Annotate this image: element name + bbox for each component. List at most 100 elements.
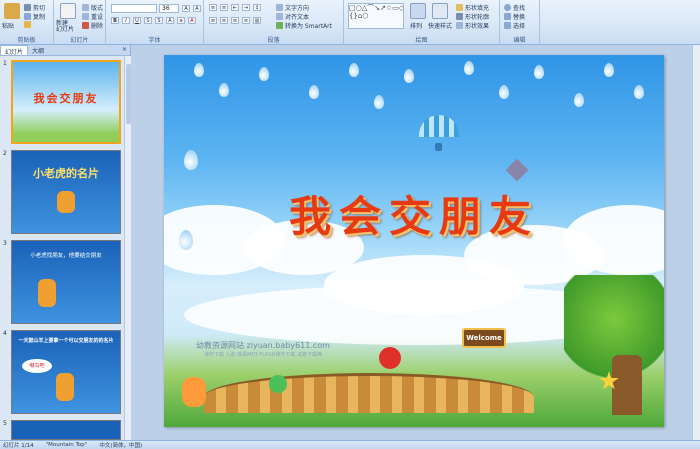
raindrop-icon [574, 93, 584, 107]
align-right-icon[interactable]: ≡ [231, 17, 239, 24]
thumbnail-row[interactable]: 2 小老虎的名片 [0, 150, 124, 236]
replace-icon [504, 13, 511, 20]
paragraph-group: ≡ ≡ ⇤ ⇥ ↕ ≡ ≡ ≡ ≡ ▥ 文字方向 对齐文本 转换为 SmartA… [204, 0, 344, 45]
columns-icon[interactable]: ▥ [253, 17, 261, 24]
find-label: 查找 [513, 5, 526, 12]
replace-button[interactable]: 替换 [504, 12, 525, 21]
raindrop-icon [184, 150, 198, 170]
align-left-icon[interactable]: ≡ [209, 17, 217, 24]
new-slide-icon[interactable] [60, 3, 76, 19]
thumbnail-number: 4 [3, 330, 7, 337]
layout-button[interactable]: 版式 [82, 3, 103, 12]
shrink-font-icon[interactable]: A [193, 5, 201, 12]
theme-name: "Mountain Top" [45, 442, 88, 448]
strikethrough-icon[interactable]: S [144, 17, 152, 24]
bold-icon[interactable]: B [111, 17, 119, 24]
shapes-gallery[interactable]: □○△⌒↘↗☆▭◇⬠⟨⟩{}⌂⬡ [348, 3, 404, 29]
scissors-icon [24, 4, 31, 11]
change-case-icon[interactable]: a [177, 17, 185, 24]
slide-title[interactable]: 我会交朋友 [164, 183, 664, 244]
effects-icon [456, 22, 463, 29]
raindrop-icon [499, 85, 509, 99]
shape-effects-button[interactable]: 形状效果 [456, 21, 489, 30]
tab-slides[interactable]: 幻灯片 [0, 45, 29, 56]
raindrop-icon [374, 95, 384, 109]
drawing-group: □○△⌒↘↗☆▭◇⬠⟨⟩{}⌂⬡ 排列 快速样式 形状填充 形状轮廓 形状效果 … [344, 0, 500, 45]
paste-icon[interactable] [4, 3, 20, 19]
thumbnail-row[interactable]: 3 小老虎找朋友，他要结交朋友 [0, 240, 124, 326]
cut-button[interactable]: 剪切 [24, 3, 45, 12]
thumbnail-slide-4[interactable]: 一天鼓山羊上要拿一个可以交朋友的的名片 嘟鸟吧 [11, 330, 121, 414]
numbering-icon[interactable]: ≡ [220, 4, 228, 11]
tab-outline[interactable]: 大纲 [28, 45, 48, 55]
font-size-combo[interactable]: 36 [159, 4, 179, 13]
language-indicator[interactable]: 中文(简体，中国) [99, 441, 142, 449]
font-name-combo[interactable] [111, 4, 157, 13]
decrease-indent-icon[interactable]: ⇤ [231, 4, 239, 11]
paste-button[interactable]: 粘贴 [2, 21, 14, 30]
text-direction-icon [276, 4, 283, 11]
current-slide[interactable]: 我会交朋友 Welcome 幼教资源网站 ziyuan.baby611.com … [164, 55, 664, 427]
find-button[interactable]: 查找 [504, 3, 525, 12]
italic-icon[interactable]: I [122, 17, 130, 24]
bullets-icon[interactable]: ≡ [209, 4, 217, 11]
grow-font-icon[interactable]: A [182, 5, 190, 12]
layout-label: 版式 [91, 5, 104, 12]
thumbnail-number: 5 [3, 420, 7, 427]
slides-group: 新建 幻灯片 版式 重设 删除 幻灯片 [54, 0, 106, 45]
align-center-icon[interactable]: ≡ [220, 17, 228, 24]
close-panel-icon[interactable]: × [119, 45, 130, 55]
font-color-icon[interactable]: A [188, 17, 196, 24]
smartart-button[interactable]: 转换为 SmartArt [276, 21, 332, 30]
raindrop-icon [634, 85, 644, 99]
quick-styles-icon[interactable] [432, 3, 448, 19]
text-direction-button[interactable]: 文字方向 [276, 3, 309, 12]
thumbnail-slide-1[interactable]: 我会交朋友 [11, 60, 121, 144]
shape-outline-label: 形状轮廓 [465, 14, 490, 21]
thumbnail-row[interactable]: 1 我会交朋友 [0, 60, 124, 146]
watermark-text: 幼教资源网站 ziyuan.baby611.com [196, 341, 330, 350]
char-spacing-icon[interactable]: A [166, 17, 174, 24]
editor-scrollbar[interactable] [692, 45, 700, 440]
tiger-illustration [56, 373, 74, 401]
thumbnail-number: 1 [3, 60, 7, 67]
thumbnail-number: 3 [3, 240, 7, 247]
thumbnail-scrollbar[interactable] [124, 56, 131, 440]
slide-thumbnail-panel: 幻灯片 大纲 × 1 我会交朋友 2 小老虎的名片 3 小老虎找朋友，他要结交朋… [0, 45, 131, 440]
select-button[interactable]: 选择 [504, 21, 525, 30]
justify-icon[interactable]: ≡ [242, 17, 250, 24]
format-painter-button[interactable] [24, 21, 31, 28]
wooden-bridge-illustration [204, 373, 534, 413]
pen-icon [456, 13, 463, 20]
arrange-icon[interactable] [410, 3, 426, 19]
thumbnail-slide-2[interactable]: 小老虎的名片 [11, 150, 121, 234]
align-text-button[interactable]: 对齐文本 [276, 12, 309, 21]
tiger-illustration [38, 279, 56, 307]
thumbnail-title: 小老虎的名片 [33, 167, 99, 180]
thumbnail-slide-5[interactable] [11, 420, 121, 440]
slides-group-label: 幻灯片 [70, 37, 89, 44]
thumbnail-row[interactable]: 5 [0, 420, 124, 440]
shape-outline-button[interactable]: 形状轮廓 [456, 12, 489, 21]
increase-indent-icon[interactable]: ⇥ [242, 4, 250, 11]
new-slide-button[interactable]: 新建 幻灯片 [56, 21, 74, 33]
arrange-button[interactable]: 排列 [410, 21, 422, 30]
drawing-group-label: 绘图 [415, 37, 428, 44]
quick-styles-button[interactable]: 快速样式 [428, 21, 452, 30]
line-spacing-icon[interactable]: ↕ [253, 4, 261, 11]
delete-button[interactable]: 删除 [82, 21, 103, 30]
shape-fill-button[interactable]: 形状填充 [456, 3, 489, 12]
smartart-label: 转换为 SmartArt [285, 23, 332, 30]
ribbon: 粘贴 剪切 复制 剪贴板 新建 幻灯片 版式 重设 删除 幻灯片 36 A A … [0, 0, 700, 45]
raindrop-icon [604, 63, 614, 77]
shadow-icon[interactable]: S [155, 17, 163, 24]
copy-button[interactable]: 复制 [24, 12, 45, 21]
text-direction-label: 文字方向 [285, 5, 310, 12]
cartoon-frog-illustration [269, 375, 287, 393]
thumbnail-slide-3[interactable]: 小老虎找朋友，他要结交朋友 [11, 240, 121, 324]
reset-button[interactable]: 重设 [82, 12, 103, 21]
thumbnail-row[interactable]: 4 一天鼓山羊上要拿一个可以交朋友的的名片 嘟鸟吧 [0, 330, 124, 416]
editing-group-label: 编辑 [513, 37, 526, 44]
cartoon-girl-illustration [182, 377, 206, 407]
underline-icon[interactable]: U [133, 17, 141, 24]
